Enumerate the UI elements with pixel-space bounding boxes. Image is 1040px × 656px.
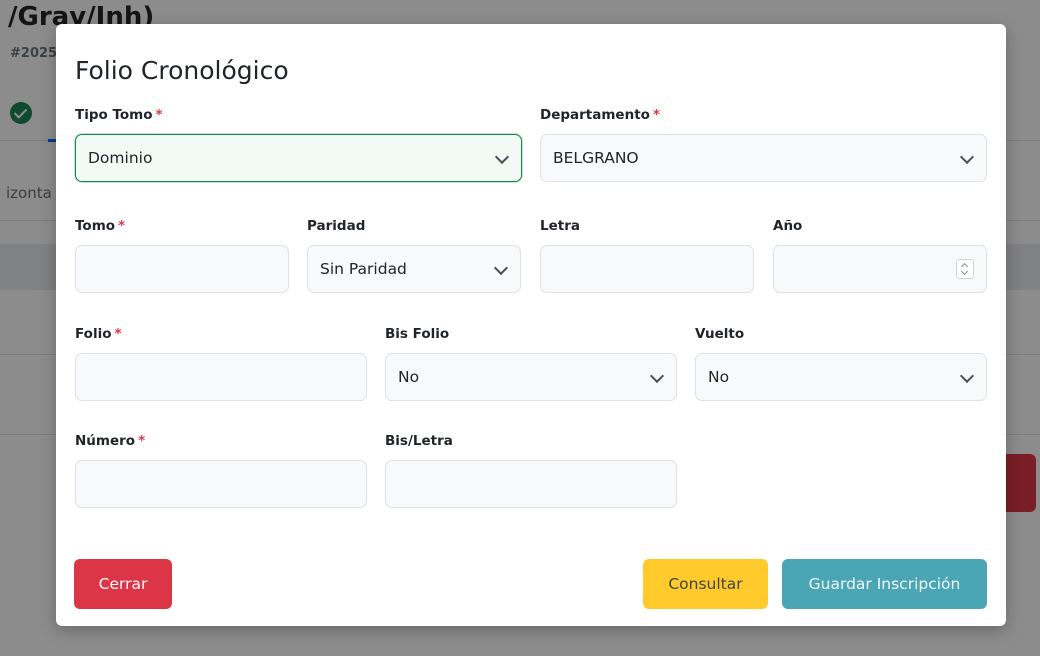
vuelto-select[interactable]: No xyxy=(695,353,987,401)
tipo-tomo-value: Dominio xyxy=(88,149,153,167)
departamento-select[interactable]: BELGRANO xyxy=(540,134,987,182)
bis-folio-value: No xyxy=(398,368,420,386)
required-mark: * xyxy=(652,107,660,123)
tomo-label: Tomo * xyxy=(75,218,126,234)
bis-folio-select[interactable]: No xyxy=(385,353,677,401)
tipo-tomo-select[interactable]: Dominio xyxy=(75,134,522,182)
tipo-tomo-label: Tipo Tomo * xyxy=(75,107,163,123)
paridad-select[interactable]: Sin Paridad xyxy=(307,245,521,293)
close-button[interactable]: Cerrar xyxy=(74,559,172,609)
folio-cronologico-modal: Folio Cronológico Tipo Tomo * Dominio Dep… xyxy=(56,24,1006,626)
folio-input[interactable] xyxy=(75,353,367,401)
departamento-label: Departamento * xyxy=(540,107,660,123)
required-mark: * xyxy=(138,433,146,449)
bis-letra-input[interactable] xyxy=(385,460,677,508)
vuelto-value: No xyxy=(708,368,730,386)
numero-label: Número * xyxy=(75,433,146,449)
required-mark: * xyxy=(155,107,163,123)
chevron-down-icon xyxy=(649,368,665,384)
save-inscription-button[interactable]: Guardar Inscripción xyxy=(782,559,987,609)
letra-input[interactable] xyxy=(540,245,754,293)
chevron-down-icon xyxy=(493,260,509,276)
paridad-value: Sin Paridad xyxy=(320,260,407,278)
bis-folio-label: Bis Folio xyxy=(385,326,450,342)
vuelto-label: Vuelto xyxy=(695,326,745,342)
chevron-down-icon xyxy=(494,149,510,165)
tomo-input[interactable] xyxy=(75,245,289,293)
chevron-down-icon xyxy=(959,368,975,384)
anio-number-input[interactable] xyxy=(773,245,987,293)
required-mark: * xyxy=(114,326,122,342)
consult-button[interactable]: Consultar xyxy=(643,559,768,609)
anio-label: Año xyxy=(773,218,803,234)
chevron-down-icon xyxy=(959,149,975,165)
letra-label: Letra xyxy=(540,218,580,234)
required-mark: * xyxy=(118,218,126,234)
numero-input[interactable] xyxy=(75,460,367,508)
departamento-value: BELGRANO xyxy=(553,149,639,167)
folio-label: Folio * xyxy=(75,326,122,342)
spinner-arrows-icon[interactable] xyxy=(956,259,974,279)
bis-letra-label: Bis/Letra xyxy=(385,433,453,449)
paridad-label: Paridad xyxy=(307,218,366,234)
modal-title: Folio Cronológico xyxy=(75,56,289,85)
